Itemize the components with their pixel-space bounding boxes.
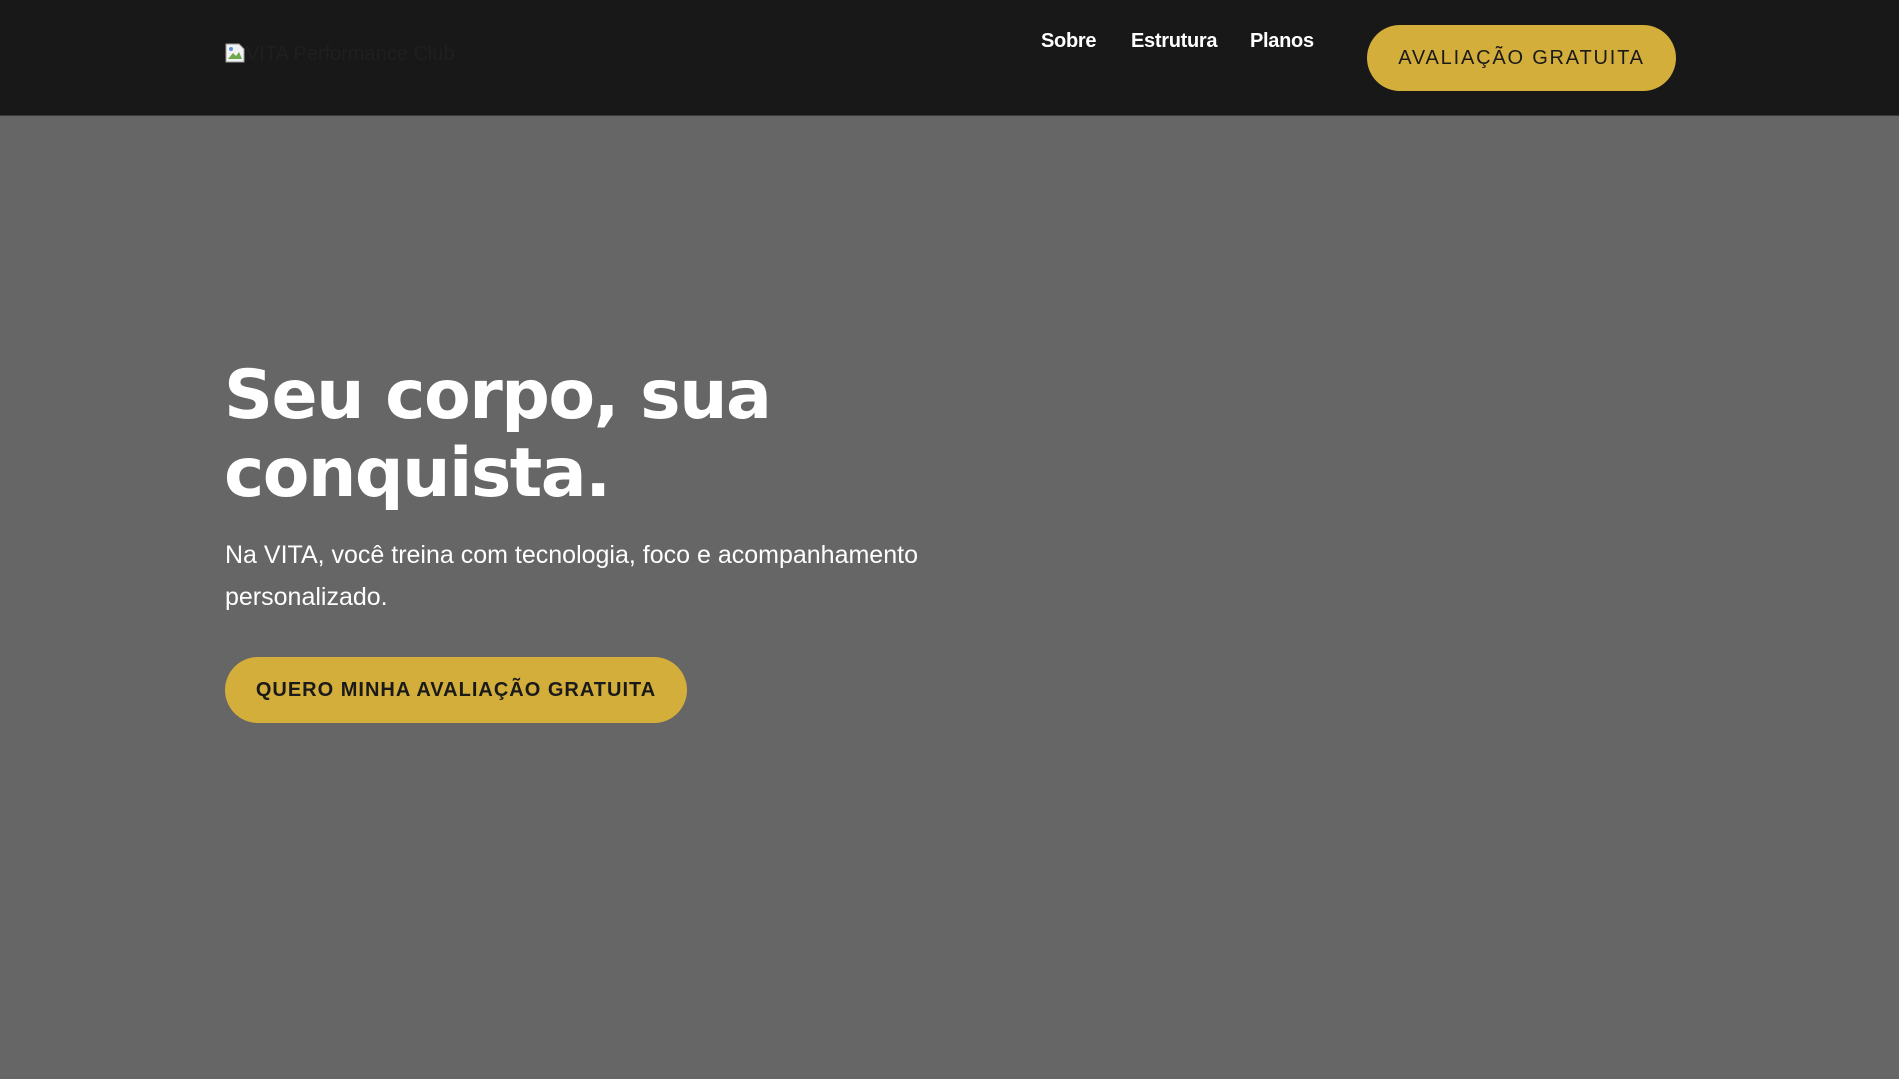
hero-free-evaluation-button[interactable]: QUERO MINHA AVALIAÇÃO GRATUITA	[225, 657, 687, 723]
hero-title: Seu corpo, sua conquista.	[224, 357, 864, 513]
nav-link-sobre[interactable]: Sobre	[1041, 30, 1096, 53]
hero-title-line-1: Seu corpo, sua	[224, 356, 772, 435]
nav-link-planos[interactable]: Planos	[1250, 30, 1314, 53]
header-free-evaluation-button[interactable]: AVALIAÇÃO GRATUITA	[1367, 25, 1676, 91]
logo-alt-text: VITA Performance Club	[246, 43, 455, 65]
hero-subtitle: Na VITA, você treina com tecnologia, foc…	[225, 534, 985, 618]
broken-image-icon	[225, 43, 245, 63]
logo-link[interactable]: VITA Performance Club	[225, 43, 455, 66]
hero-subtitle-line-2: personalizado.	[225, 583, 388, 611]
site-header: VITA Performance Club Sobre Estrutura Pl…	[0, 0, 1899, 116]
hero-subtitle-line-1: Na VITA, você treina com tecnologia, foc…	[225, 541, 918, 569]
nav-link-estrutura[interactable]: Estrutura	[1131, 30, 1218, 53]
hero-title-line-2: conquista.	[224, 434, 611, 513]
